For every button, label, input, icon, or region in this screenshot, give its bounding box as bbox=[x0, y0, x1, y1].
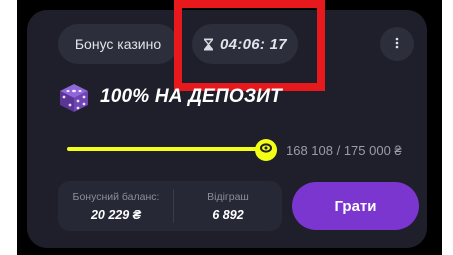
progress-knob bbox=[255, 139, 277, 161]
wager-label: Відіграш bbox=[207, 190, 249, 203]
highlight-box bbox=[174, 0, 325, 91]
promo-title: 100% НА ДЕПОЗИТ bbox=[100, 86, 282, 107]
progress-bar bbox=[67, 147, 265, 151]
more-options-button[interactable] bbox=[380, 27, 414, 61]
casino-bonus-tab[interactable]: Бонус казино bbox=[58, 24, 178, 64]
play-button[interactable]: Грати bbox=[292, 182, 419, 230]
wager-value: 6 892 bbox=[212, 207, 244, 222]
wager-stat: Відіграш 6 892 bbox=[174, 181, 282, 231]
bonus-balance-label: Бонусний баланс: bbox=[72, 190, 160, 203]
bonus-balance-stat: Бонусний баланс: 20 229 ₴ bbox=[58, 181, 174, 231]
bonus-stats-panel: Бонусний баланс: 20 229 ₴ Відіграш 6 892 bbox=[58, 181, 282, 231]
dice-icon bbox=[57, 81, 91, 115]
more-vertical-icon bbox=[395, 36, 399, 52]
casino-bonus-label: Бонус казино bbox=[74, 36, 162, 52]
progress-amount: 168 108 / 175 000 ₴ bbox=[286, 143, 402, 158]
bonus-balance-value: 20 229 ₴ bbox=[90, 207, 142, 222]
rotate-icon bbox=[259, 141, 273, 160]
